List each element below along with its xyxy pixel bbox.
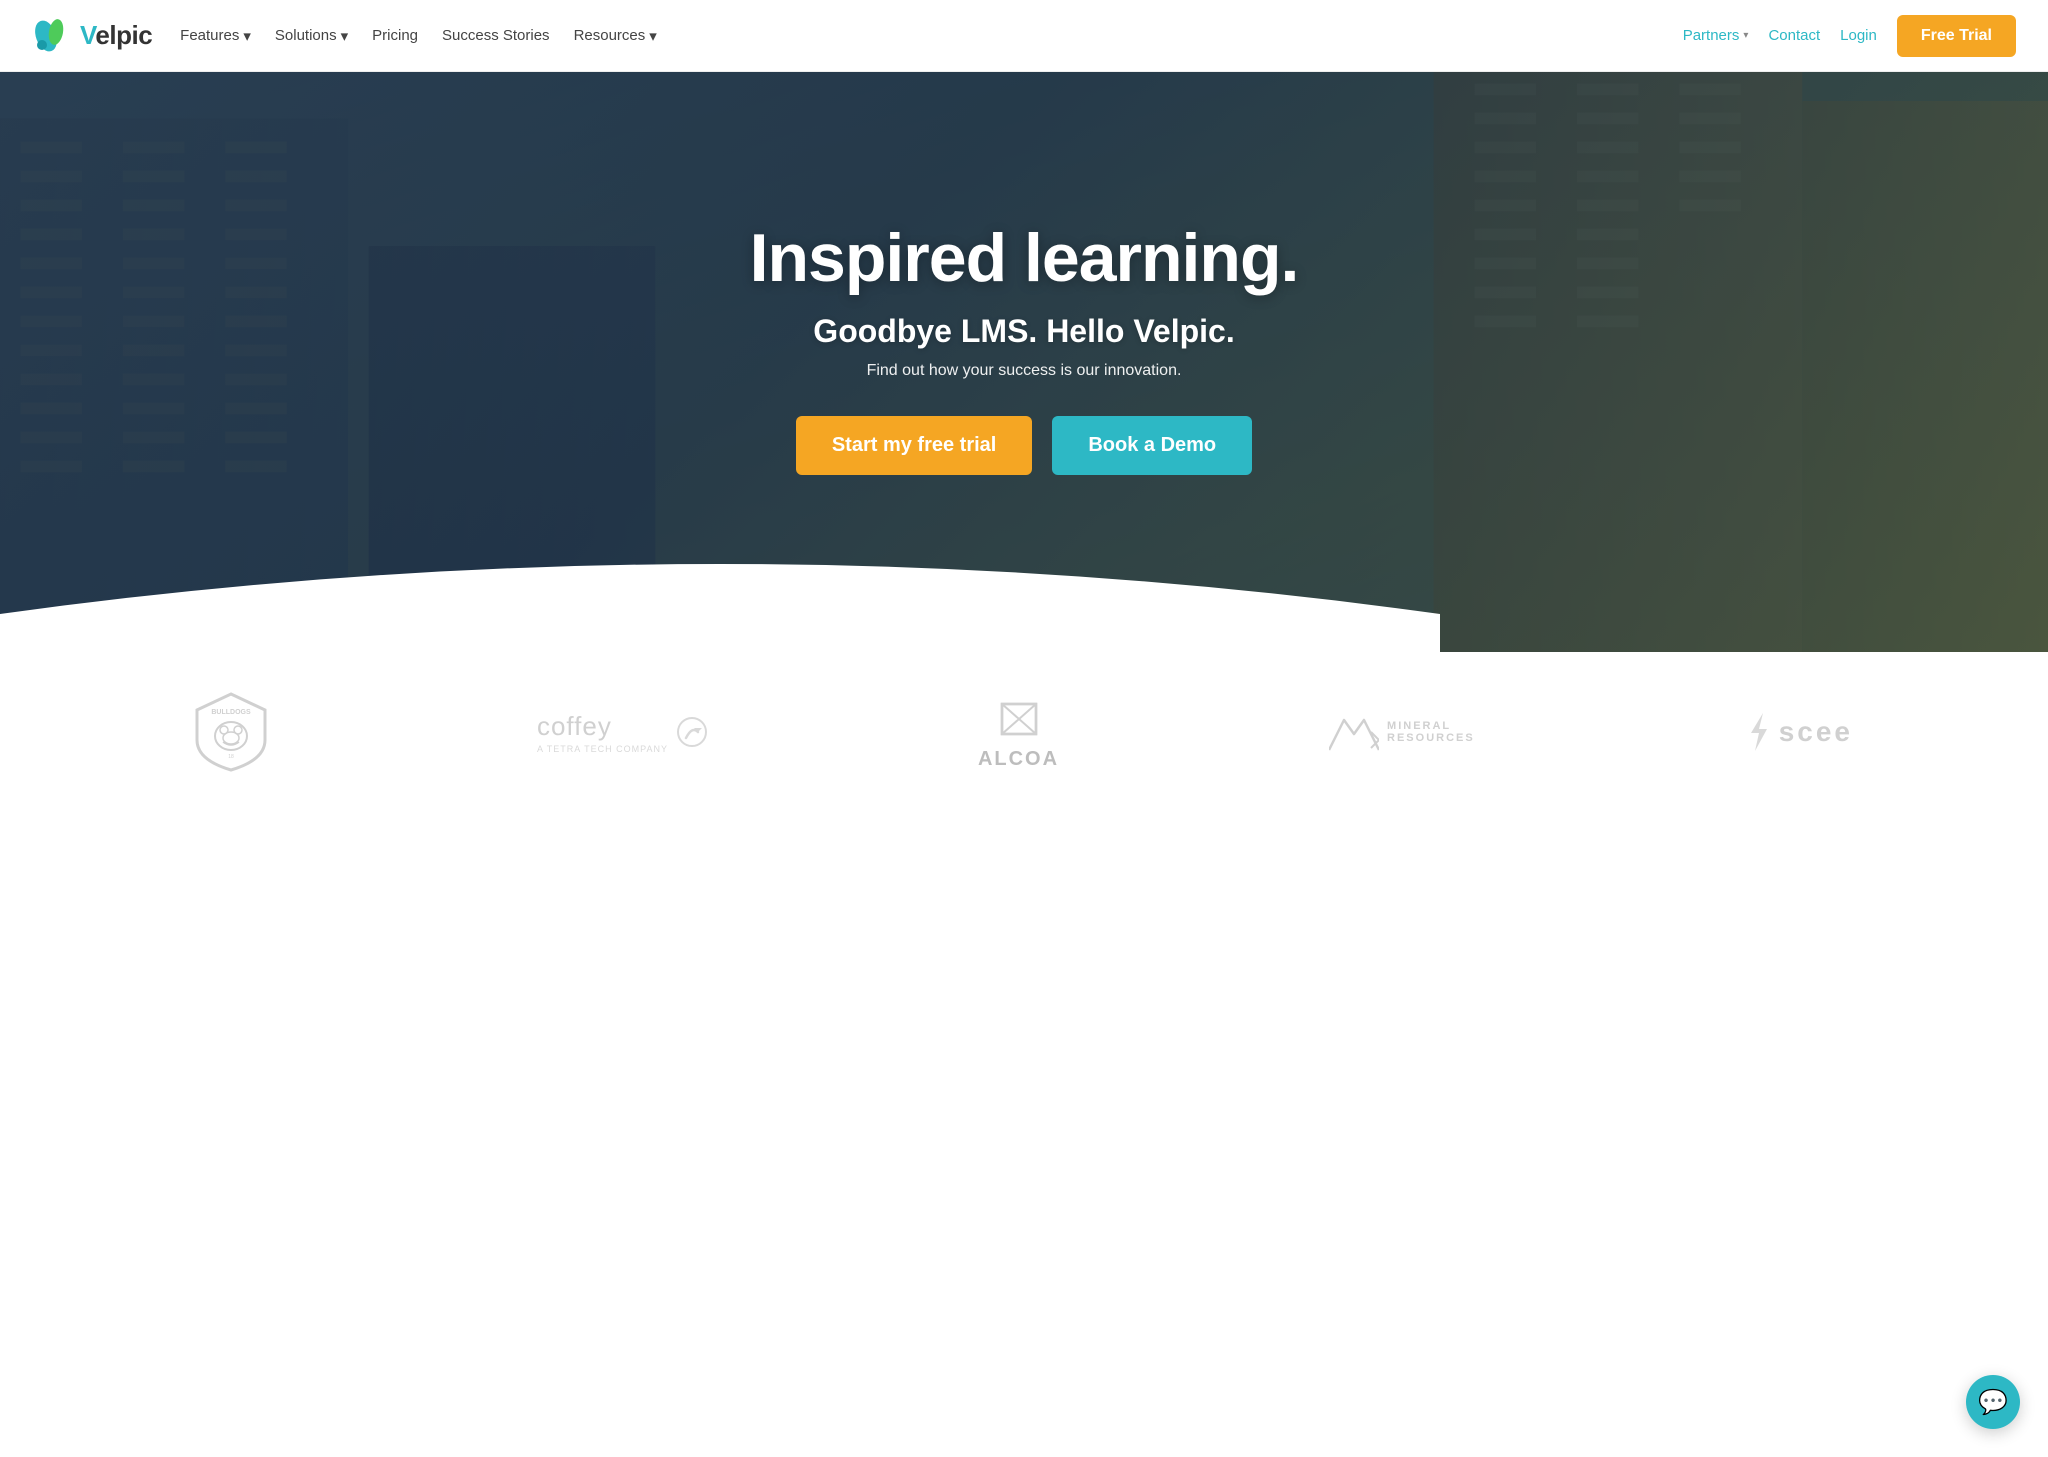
mineral-resources-text-top: MINERAL	[1387, 720, 1451, 732]
alcoa-diamond-icon	[992, 694, 1046, 744]
scee-text: scee	[1779, 716, 1853, 748]
hero-section: Inspired learning. Goodbye LMS. Hello Ve…	[0, 72, 2048, 652]
svg-text:BULLDOGS: BULLDOGS	[211, 709, 251, 716]
bulldogs-shield-icon: BULLDOGS 18	[195, 692, 267, 772]
logo-coffey: coffey A TETRA TECH COMPANY	[537, 711, 708, 754]
hero-description: Find out how your success is our innovat…	[750, 362, 1299, 380]
coffey-text: coffey	[537, 711, 668, 742]
resources-chevron-icon: ▾	[649, 27, 657, 45]
velpic-logo-icon	[32, 15, 74, 57]
solutions-chevron-icon: ▾	[341, 27, 349, 45]
nav-success-stories[interactable]: Success Stories	[442, 27, 550, 44]
nav-pricing[interactable]: Pricing	[372, 27, 418, 44]
mineral-resources-text-bottom: RESOURCES	[1387, 732, 1475, 744]
nav-links: Features ▾ Solutions ▾ Pricing Success S…	[180, 27, 657, 45]
free-trial-button[interactable]: Free Trial	[1897, 15, 2016, 57]
logos-section: BULLDOGS 18 coffey A TETRA TECH COMPANY	[0, 652, 2048, 802]
logo-alcoa: ALCOA	[978, 694, 1059, 771]
mineral-resources-icon	[1329, 712, 1379, 752]
hero-buttons: Start my free trial Book a Demo	[750, 416, 1299, 475]
nav-features[interactable]: Features ▾	[180, 27, 251, 45]
coffey-arrow-icon	[676, 716, 708, 748]
navbar: Velpic Features ▾ Solutions ▾ Pricing Su…	[0, 0, 2048, 72]
svg-text:18: 18	[228, 754, 234, 760]
book-demo-button[interactable]: Book a Demo	[1052, 416, 1252, 475]
chat-icon: 💬	[1978, 1388, 2008, 1417]
hero-content: Inspired learning. Goodbye LMS. Hello Ve…	[730, 219, 1319, 475]
hero-subtitle: Goodbye LMS. Hello Velpic.	[750, 313, 1299, 350]
hero-curve	[0, 534, 1440, 652]
nav-partners[interactable]: Partners ▾	[1683, 27, 1749, 44]
logo-bulldogs: BULLDOGS 18	[195, 692, 267, 772]
logo-mineral-resources: MINERAL RESOURCES	[1329, 712, 1475, 752]
features-chevron-icon: ▾	[243, 27, 251, 45]
nav-solutions[interactable]: Solutions ▾	[275, 27, 348, 45]
chat-button[interactable]: 💬	[1966, 1375, 2020, 1429]
nav-left: Velpic Features ▾ Solutions ▾ Pricing Su…	[32, 15, 657, 57]
start-trial-button[interactable]: Start my free trial	[796, 416, 1033, 475]
scee-bolt-icon	[1745, 713, 1773, 751]
logo-text: Velpic	[80, 20, 152, 51]
nav-contact[interactable]: Contact	[1768, 27, 1820, 44]
nav-login[interactable]: Login	[1840, 27, 1877, 44]
nav-resources[interactable]: Resources ▾	[574, 27, 657, 45]
hero-title: Inspired learning.	[750, 219, 1299, 297]
nav-right: Partners ▾ Contact Login Free Trial	[1683, 15, 2016, 57]
partners-chevron-icon: ▾	[1743, 30, 1748, 41]
logo-scee: scee	[1745, 713, 1853, 751]
alcoa-text: ALCOA	[978, 748, 1059, 771]
logo-link[interactable]: Velpic	[32, 15, 152, 57]
